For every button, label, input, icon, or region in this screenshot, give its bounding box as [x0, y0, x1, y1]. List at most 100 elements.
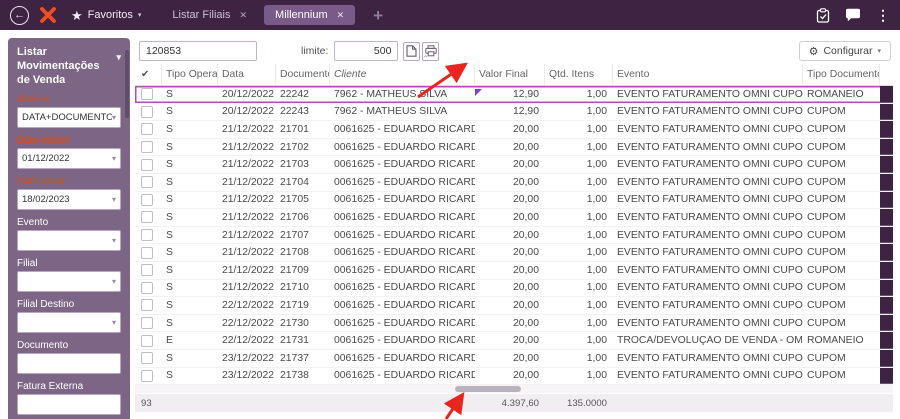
cell-tipo-operacao: S	[166, 141, 173, 153]
table-row[interactable]: S 21/12/2022 21703 0061625 - EDUARDO RICARD…	[135, 156, 893, 174]
cell-tipo-operacao: S	[166, 282, 173, 294]
row-checkbox[interactable]	[135, 104, 162, 121]
table-row[interactable]: S 21/12/2022 21701 0061625 - EDUARDO RICARD…	[135, 121, 893, 139]
select-all-checkbox[interactable]: ✔	[135, 64, 162, 85]
sidebar-select-filial-destino[interactable]: ▾	[17, 312, 121, 334]
horizontal-scrollbar[interactable]	[135, 385, 893, 394]
new-tab-button[interactable]: +	[373, 7, 383, 24]
cell-cliente: 0061625 - EDUARDO RICARDO	[334, 352, 475, 364]
table-row[interactable]: S 21/12/2022 21710 0061625 - EDUARDO RICARD…	[135, 279, 893, 298]
table-row[interactable]: S 21/12/2022 21704 0061625 - EDUARDO RICARD…	[135, 173, 893, 192]
sidebar-select-data-final[interactable]: 18/02/2023 ▾	[17, 189, 121, 211]
row-checkbox[interactable]	[135, 244, 162, 261]
row-checkbox[interactable]	[135, 192, 162, 209]
cell-qtd-itens: 1,00	[586, 264, 607, 276]
cell-cliente: 7962 - MATHEUS SILVA	[334, 106, 448, 118]
tab-close-icon[interactable]: ✕	[337, 10, 345, 21]
table-row[interactable]: S 22/12/2022 21730 0061625 - EDUARDO RICARD…	[135, 314, 893, 333]
table-row[interactable]: S 21/12/2022 21705 0061625 - EDUARDO RICARD…	[135, 191, 893, 210]
collapse-chevron-icon[interactable]: ▾	[116, 52, 121, 63]
cell-tipo-documento: CUPOM	[807, 123, 846, 135]
sidebar-select-filial[interactable]: ▾	[17, 271, 121, 293]
row-checkbox[interactable]	[135, 121, 162, 138]
table-row[interactable]: S 23/12/2022 21737 0061625 - EDUARDO RICARD…	[135, 349, 893, 368]
sidebar-select-data-inicial[interactable]: 01/12/2022 ▾	[17, 148, 121, 170]
cell-valor-final: 12,90	[512, 106, 539, 118]
cell-qtd-itens: 1,00	[586, 282, 607, 294]
cell-evento: EVENTO FATURAMENTO OMNI CUPOM	[617, 194, 803, 206]
tab-close-icon[interactable]: ✕	[240, 10, 248, 21]
row-checkbox[interactable]	[135, 174, 162, 191]
table-row[interactable]: S 22/12/2022 21719 0061625 - EDUARDO RICARD…	[135, 297, 893, 315]
limit-input[interactable]	[334, 41, 399, 61]
column-header-documento[interactable]: Documento	[276, 64, 330, 85]
table-row[interactable]: S 21/12/2022 21707 0061625 - EDUARDO RICARD…	[135, 226, 893, 245]
sidebar-fields: Ordem DATA+DOCUMENTO ▾ Data Inicial 01/12/20…	[17, 94, 121, 419]
favorites-menu[interactable]: ★ Favoritos ▾	[71, 9, 141, 22]
export-button[interactable]	[403, 41, 421, 61]
cell-tipo-operacao: S	[166, 123, 173, 135]
sidebar-label-filial: Filial	[17, 258, 38, 270]
row-checkbox[interactable]	[135, 156, 162, 173]
table-row[interactable]: S 20/12/2022 22242 7962 - MATHEUS SILVA 12,9…	[135, 86, 893, 104]
cell-valor-final: 20,00	[512, 352, 539, 364]
table-row[interactable]: S 21/12/2022 21702 0061625 - EDUARDO RICARD…	[135, 138, 893, 157]
cell-cliente: 0061625 - EDUARDO RICARDO	[334, 176, 475, 188]
table-row[interactable]: S 20/12/2022 22243 7962 - MATHEUS SILVA 12,9…	[135, 103, 893, 122]
tab-listar-filiais[interactable]: Listar Filiais ✕	[161, 5, 258, 25]
chat-icon[interactable]	[845, 8, 861, 22]
row-checkbox[interactable]	[135, 209, 162, 226]
row-checkbox[interactable]	[135, 139, 162, 156]
column-header-evento[interactable]: Evento	[613, 64, 803, 85]
back-button[interactable]: ←	[10, 5, 29, 25]
column-header-valor-final[interactable]: Valor Final	[475, 64, 545, 85]
column-header-qtd-itens[interactable]: Qtd. Itens	[545, 64, 613, 85]
tab-bar: Listar Filiais ✕ Millennium ✕	[161, 5, 356, 25]
sidebar-scrollbar-thumb[interactable]	[125, 50, 129, 118]
row-checkbox[interactable]	[135, 86, 162, 103]
sidebar-title[interactable]: Listar Movimentações de Venda ▾	[17, 46, 121, 87]
tasks-clipboard-icon[interactable]	[816, 7, 830, 23]
sidebar-input-documento[interactable]	[17, 353, 121, 375]
table-row[interactable]: S 21/12/2022 21706 0061625 - EDUARDO RICARD…	[135, 209, 893, 227]
sidebar-select-ordem[interactable]: DATA+DOCUMENTO ▾	[17, 107, 121, 129]
data-grid: ✔ Tipo Operac... Data Documento Cliente …	[135, 64, 893, 413]
kebab-menu-icon[interactable]: ⋮	[876, 7, 890, 24]
row-color-indicator	[880, 209, 893, 226]
column-header-tipo-documento[interactable]: Tipo Documento	[803, 64, 880, 85]
column-header-data[interactable]: Data	[218, 64, 276, 85]
sidebar-select-evento[interactable]: ▾	[17, 230, 121, 252]
table-row[interactable]: E 22/12/2022 21731 0061625 - EDUARDO RICARD…	[135, 332, 893, 350]
table-row[interactable]: S 23/12/2022 21738 0061625 - EDUARDO RICARD…	[135, 367, 893, 386]
configure-button[interactable]: ⚙ Configurar ▾	[798, 41, 891, 61]
cell-data: 21/12/2022	[222, 141, 275, 153]
horizontal-scrollbar-thumb[interactable]	[455, 386, 521, 393]
column-header-cliente[interactable]: Cliente	[330, 64, 475, 85]
chevron-down-icon: ▾	[111, 236, 116, 246]
chevron-down-icon: ▾	[111, 318, 116, 328]
valor-final-total: 4.397,60	[501, 397, 539, 409]
cell-cliente: 0061625 - EDUARDO RICARDO	[334, 141, 475, 153]
table-header: ✔ Tipo Operac... Data Documento Cliente …	[135, 64, 893, 86]
table-footer: 93 4.397,60 135.0000	[135, 394, 893, 413]
row-checkbox[interactable]	[135, 280, 162, 297]
search-input[interactable]	[139, 41, 257, 61]
row-checkbox[interactable]	[135, 350, 162, 367]
row-checkbox[interactable]	[135, 297, 162, 314]
cell-cliente: 0061625 - EDUARDO RICARDO	[334, 159, 475, 171]
cell-cliente: 0061625 - EDUARDO RICARDO	[334, 335, 475, 347]
cell-data: 21/12/2022	[222, 176, 275, 188]
row-checkbox[interactable]	[135, 227, 162, 244]
row-checkbox[interactable]	[135, 332, 162, 349]
row-checkbox[interactable]	[135, 368, 162, 385]
tab-millennium[interactable]: Millennium ✕	[264, 5, 356, 25]
table-row[interactable]: S 21/12/2022 21709 0061625 - EDUARDO RICARD…	[135, 261, 893, 280]
row-checkbox[interactable]	[135, 315, 162, 332]
row-color-indicator	[880, 226, 893, 244]
row-checkbox[interactable]	[135, 262, 162, 279]
cell-tipo-documento: CUPOM	[807, 106, 846, 118]
sidebar-input-fatura-externa[interactable]	[17, 394, 121, 416]
cell-data: 21/12/2022	[222, 264, 275, 276]
table-row[interactable]: S 21/12/2022 21708 0061625 - EDUARDO RICARD…	[135, 244, 893, 262]
column-header-tipo-operacao[interactable]: Tipo Operac...	[162, 64, 218, 85]
